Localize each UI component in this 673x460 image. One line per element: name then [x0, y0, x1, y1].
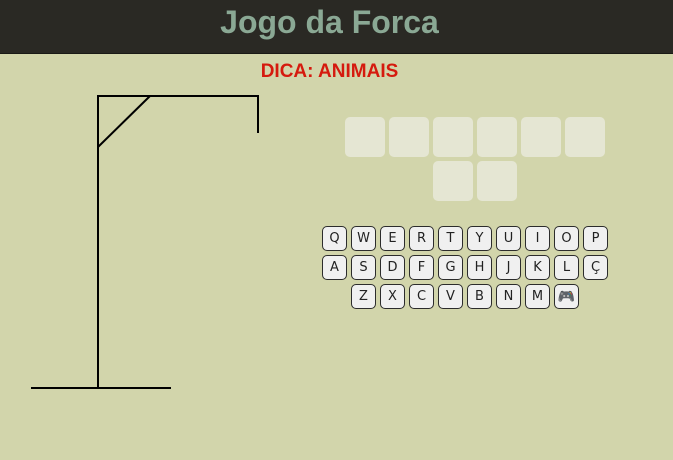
key-z[interactable]: Z — [351, 284, 376, 309]
key-b[interactable]: B — [467, 284, 492, 309]
keyboard-row: QWERTYUIOP — [310, 226, 620, 251]
letter-slot — [345, 117, 385, 157]
letter-slot — [477, 161, 517, 201]
key-n[interactable]: N — [496, 284, 521, 309]
key-h[interactable]: H — [467, 255, 492, 280]
key-t[interactable]: T — [438, 226, 463, 251]
key-x[interactable]: X — [380, 284, 405, 309]
key-q[interactable]: Q — [322, 226, 347, 251]
key-u[interactable]: U — [496, 226, 521, 251]
key-a[interactable]: A — [322, 255, 347, 280]
key-ç[interactable]: Ç — [583, 255, 608, 280]
virtual-keyboard: Q W E R T Y U I O P A S D F G H J K L Ç Z X C V B N M 🎮 — [310, 226, 620, 313]
key-p[interactable]: P — [583, 226, 608, 251]
key-y[interactable]: Y — [467, 226, 492, 251]
key-k[interactable]: K — [525, 255, 550, 280]
letter-slot — [433, 161, 473, 201]
key-s[interactable]: S — [351, 255, 376, 280]
key-r[interactable]: R — [409, 226, 434, 251]
key-g[interactable]: G — [438, 255, 463, 280]
key-j[interactable]: J — [496, 255, 521, 280]
letter-slot — [477, 117, 517, 157]
letter-slot — [565, 117, 605, 157]
gallows-brace — [97, 95, 151, 148]
key-o[interactable]: O — [554, 226, 579, 251]
keyboard-row: ASDFGHJKLÇ — [310, 255, 620, 280]
key-i[interactable]: I — [525, 226, 550, 251]
key-l[interactable]: L — [554, 255, 579, 280]
key-v[interactable]: V — [438, 284, 463, 309]
key-m[interactable]: M — [525, 284, 550, 309]
key-f[interactable]: F — [409, 255, 434, 280]
key-c[interactable]: C — [409, 284, 434, 309]
key-w[interactable]: W — [351, 226, 376, 251]
letter-slot — [389, 117, 429, 157]
word-slots — [342, 117, 608, 201]
letter-slot — [433, 117, 473, 157]
key-e[interactable]: E — [380, 226, 405, 251]
letter-slot — [521, 117, 561, 157]
keyboard-row: Z X C V B N M 🎮 — [310, 284, 620, 309]
key-d[interactable]: D — [380, 255, 405, 280]
gamepad-icon[interactable]: 🎮 — [554, 284, 579, 309]
